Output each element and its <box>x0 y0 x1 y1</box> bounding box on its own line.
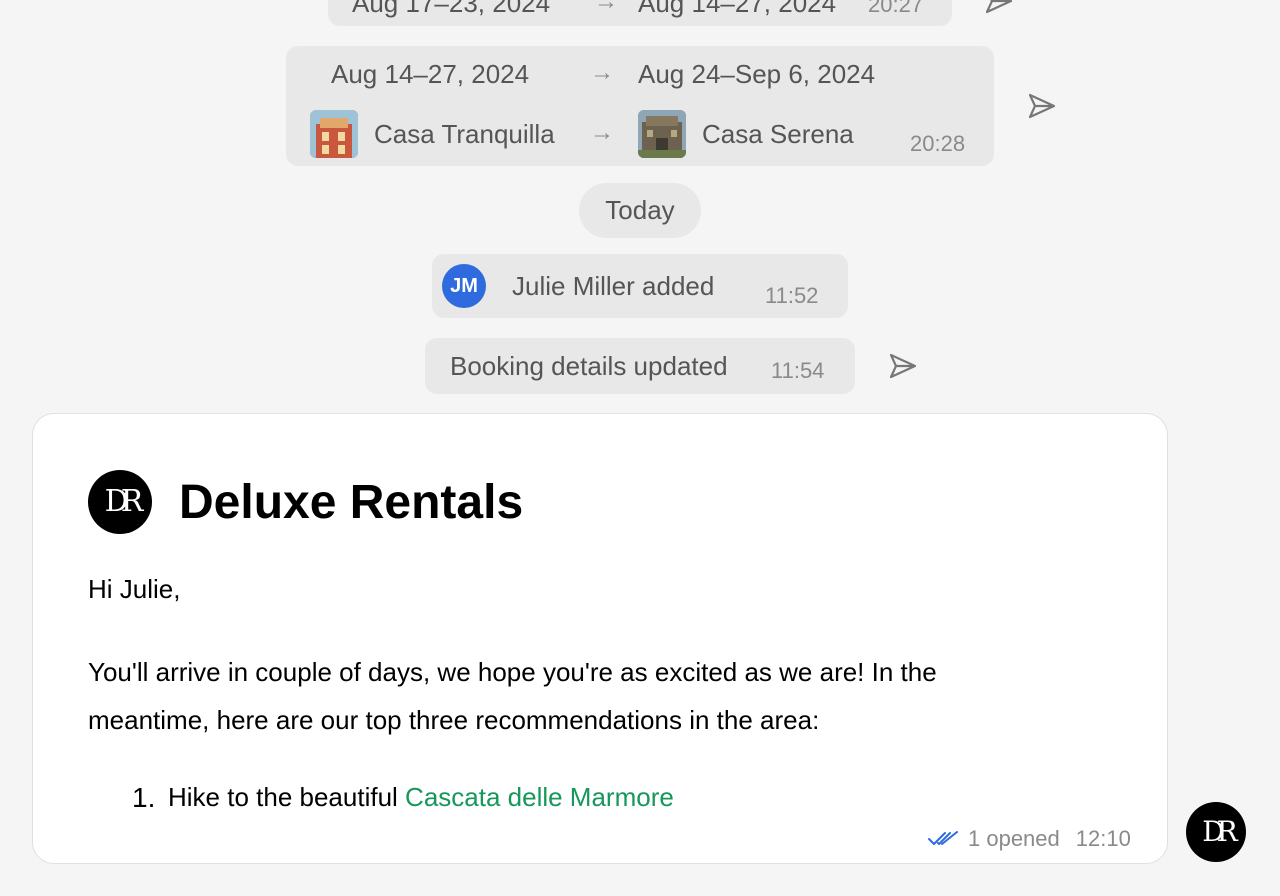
from-dates: Aug 14–27, 2024 <box>331 59 530 89</box>
list-item: Hike to the beautiful Cascata delle Marm… <box>168 782 674 813</box>
email-greeting: Hi Julie, <box>88 574 181 604</box>
message-time: 20:28 <box>910 131 966 156</box>
arrow-right-icon: → <box>590 119 614 146</box>
message-time: 11:54 <box>771 358 825 383</box>
email-body: You'll arrive in couple of days, we hope… <box>88 657 937 735</box>
arrow-right-icon: → <box>594 0 618 15</box>
from-dates: Aug 17–23, 2024 <box>352 0 551 18</box>
from-property: Casa Tranquilla <box>374 119 555 149</box>
double-check-icon <box>928 831 958 845</box>
recommendation-link[interactable]: Cascata delle Marmore <box>405 782 674 812</box>
list-item-text: Hike to the beautiful <box>168 782 406 812</box>
avatar[interactable]: JM <box>442 264 486 308</box>
send-icon[interactable] <box>984 0 1014 16</box>
brand-logo: DR <box>88 470 152 534</box>
property-thumbnail-casa-serena[interactable] <box>638 110 686 158</box>
send-icon[interactable] <box>888 351 918 381</box>
to-dates: Aug 24–Sep 6, 2024 <box>638 59 876 89</box>
arrow-right-icon: → <box>590 59 614 86</box>
list-item-number: 1. <box>132 782 156 813</box>
read-receipt: 1 opened 12:10 <box>928 826 1131 852</box>
message-time: 11:52 <box>765 283 819 308</box>
to-dates: Aug 14–27, 2024 <box>638 0 837 18</box>
send-icon[interactable] <box>1027 91 1057 121</box>
opened-count: 1 opened <box>968 826 1060 851</box>
house-photo-icon <box>638 110 686 158</box>
house-photo-icon <box>310 110 358 158</box>
brand-logo-initials: DR <box>104 484 144 519</box>
sender-avatar-initials: DR <box>1202 815 1237 848</box>
brand-name: Deluxe Rentals <box>179 476 524 529</box>
message-time: 20:27 <box>868 0 924 17</box>
booking-updated-text: Booking details updated <box>450 351 728 381</box>
to-property: Casa Serena <box>702 119 854 149</box>
day-separator: Today <box>579 183 701 238</box>
sender-avatar[interactable]: DR <box>1186 802 1246 862</box>
property-thumbnail-casa-tranquilla[interactable] <box>310 110 358 158</box>
participant-added-text: Julie Miller added <box>512 271 715 301</box>
message-time: 12:10 <box>1075 826 1131 851</box>
